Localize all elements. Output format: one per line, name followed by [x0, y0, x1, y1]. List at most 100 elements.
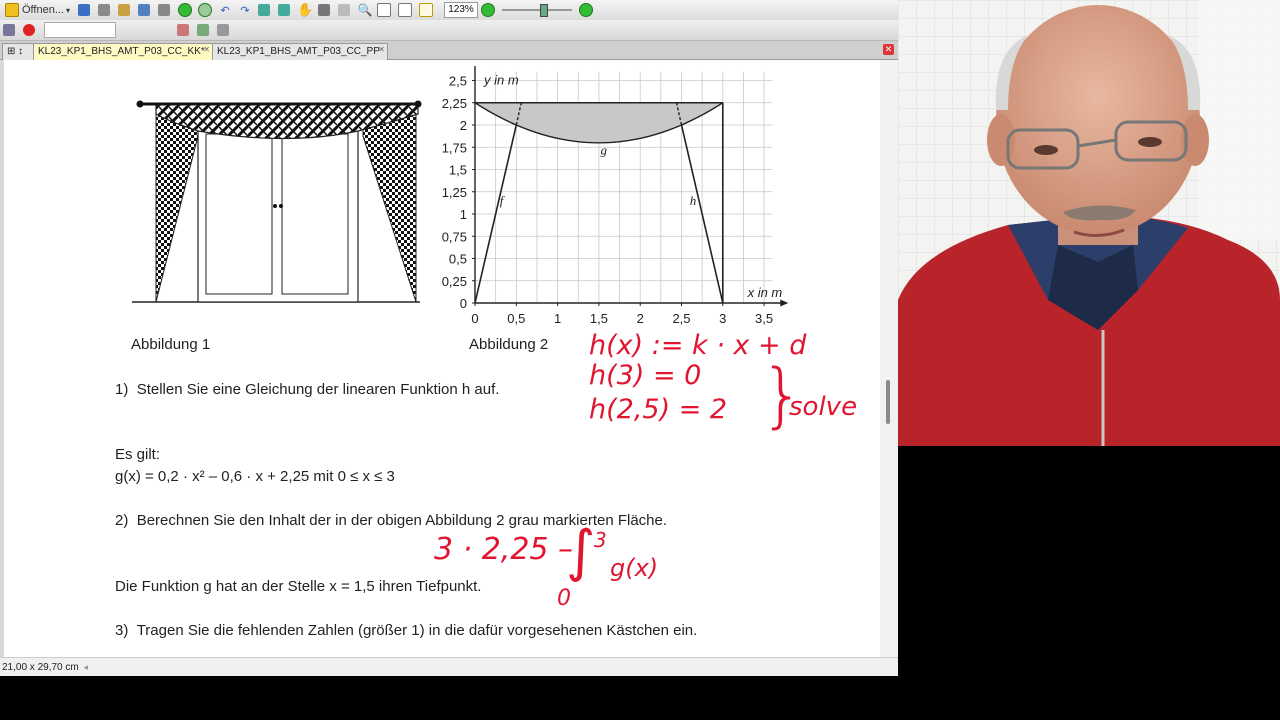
question-1-number: 1) [115, 381, 129, 398]
question-3-text: Tragen Sie die fehlenden Zahlen (größer … [136, 622, 698, 639]
fit-page-button[interactable] [377, 2, 394, 18]
annotation-button[interactable] [176, 22, 192, 38]
x-tick-label: 3 [719, 311, 726, 326]
figure-1-caption: Abbildung 1 [131, 336, 211, 353]
handwriting-line-3: h(2,5) = 2 [589, 394, 728, 425]
search-field[interactable] [44, 22, 116, 38]
y-tick-label: 1,75 [442, 140, 467, 155]
undo-button[interactable]: ↶ [217, 2, 233, 18]
snapshot-button[interactable] [317, 2, 333, 18]
y-tick-label: 0,25 [442, 274, 467, 289]
y-tick-label: 0,5 [449, 252, 467, 267]
zoom-in-icon [578, 3, 593, 17]
edit-button[interactable] [137, 2, 153, 18]
folder-icon [5, 3, 19, 17]
tiefpunkt-statement: Die Funktion g hat an der Stelle x = 1,5… [115, 578, 482, 595]
rotate-right-button[interactable] [277, 2, 293, 18]
fit-width-button[interactable] [398, 2, 415, 18]
select-icon [337, 4, 350, 16]
x-tick-label: 0,5 [507, 311, 525, 326]
x-tick-label: 1,5 [590, 311, 608, 326]
vertical-scrollbar[interactable] [880, 60, 898, 657]
y-tick-label: 0 [460, 296, 467, 311]
print-button[interactable] [97, 2, 113, 18]
figure-2-chart: 0 0,25 0,5 0,75 1 1,25 1,5 1,75 2 2,25 2,5 0 0,5 1 1,5… [442, 66, 789, 326]
document-tabbar: ⊞ ↕ KL23_KP1_BHS_AMT_P03_CC_KK* ✕ KL23_K… [0, 41, 898, 60]
ocr-icon [157, 4, 170, 16]
actual-size-button[interactable] [419, 2, 436, 18]
x-axis-label: x in m [747, 285, 783, 300]
x-tick-label: 3,5 [755, 311, 773, 326]
save-button[interactable] [77, 2, 93, 18]
fit-width-icon [398, 3, 413, 17]
question-1-text: Stellen Sie eine Gleichung der linearen … [136, 381, 500, 398]
export-icon [117, 4, 130, 16]
x-tick-label: 2 [637, 311, 644, 326]
status-bar: 21,00 x 29,70 cm ◂ [0, 657, 898, 676]
figure-1-illustration [132, 100, 422, 303]
document-page: Abbildung 1 0 0,25 0,5 0,75 1 1,25 1,5 1,75 2 2,2… [4, 60, 880, 657]
handwriting-integrand: g(x) [610, 554, 659, 582]
close-document-icon[interactable]: ✕ [883, 44, 894, 55]
tab-document-kk[interactable]: KL23_KP1_BHS_AMT_P03_CC_KK* ✕ [33, 43, 213, 60]
zoom-in-button[interactable] [578, 2, 594, 18]
zoom-slider[interactable] [501, 2, 572, 18]
actual-size-icon [419, 3, 434, 17]
tools-icon [216, 24, 229, 36]
view-button[interactable] [2, 22, 18, 38]
link-button[interactable] [196, 22, 212, 38]
label-f: f [500, 193, 506, 208]
zoom-tool-button[interactable]: 🔍 [357, 2, 373, 18]
secondary-toolbar [0, 20, 898, 41]
webcam-video [898, 0, 1280, 446]
handwriting-line-2: h(3) = 0 [589, 360, 702, 391]
y-axis-label: y in m [483, 73, 519, 88]
hand-tool-button[interactable]: ✋ [297, 2, 313, 18]
annotation-icon [176, 24, 189, 36]
tab-label: KL23_KP1_BHS_AMT_P03_CC_KK* [38, 46, 205, 57]
back-button[interactable] [177, 2, 193, 18]
function-g-formula: g(x) = 0,2 · x² – 0,6 · x + 2,25 mit 0 ≤… [115, 468, 395, 485]
link-icon [196, 24, 209, 36]
camera-icon [317, 4, 330, 16]
pdf-editor-window: Öffnen... ▾ ↶ ↷ ✋ 🔍 123% ⊞ ↕ KL23_KP1_BH… [0, 0, 898, 676]
handwriting-integral-upper: 3 [594, 528, 607, 552]
export-button[interactable] [117, 2, 133, 18]
tab-document-pp[interactable]: KL23_KP1_BHS_AMT_P03_CC_PP ✕ [212, 43, 388, 60]
x-axis-arrow-icon [780, 299, 789, 307]
tools-button[interactable] [216, 22, 232, 38]
x-tick-label: 1 [554, 311, 561, 326]
eye-icon [2, 24, 15, 36]
redo-button[interactable]: ↷ [237, 2, 253, 18]
stamp-button[interactable] [22, 22, 38, 38]
handwriting-integral-lower: 0 [557, 586, 571, 611]
y-tick-label: 2 [460, 118, 467, 133]
page-size-label: 21,00 x 29,70 cm [2, 662, 79, 673]
open-button[interactable]: Öffnen... ▾ [2, 2, 73, 18]
scrollbar-thumb[interactable] [886, 380, 890, 424]
stamp-icon [22, 24, 35, 36]
y-tick-label: 1 [460, 207, 467, 222]
zoom-out-icon [480, 3, 495, 17]
rotate-left-icon [257, 4, 270, 16]
question-3: 3) Tragen Sie die fehlenden Zahlen (größ… [115, 622, 697, 639]
zoom-input[interactable]: 123% [444, 2, 478, 18]
black-background [898, 446, 1280, 720]
tab-close-icon[interactable]: ✕ [378, 42, 385, 58]
x-tick-label: 0 [471, 311, 478, 326]
print-icon [97, 4, 110, 16]
question-1: 1) Stellen Sie eine Gleichung der linear… [115, 381, 499, 398]
rotate-left-button[interactable] [257, 2, 273, 18]
tab-close-icon[interactable]: ✕ [203, 42, 210, 58]
y-tick-label: 2,25 [442, 96, 467, 111]
label-h: h [690, 193, 697, 208]
zoom-slider-thumb[interactable] [539, 4, 548, 17]
x-tick-label: 2,5 [672, 311, 690, 326]
y-tick-label: 2,5 [449, 74, 467, 89]
ocr-button[interactable] [157, 2, 173, 18]
status-arrow-icon[interactable]: ◂ [84, 662, 89, 672]
select-tool-button[interactable] [337, 2, 353, 18]
y-tick-label: 0,75 [442, 229, 467, 244]
zoom-out-button[interactable] [480, 2, 496, 18]
forward-button[interactable] [197, 2, 213, 18]
